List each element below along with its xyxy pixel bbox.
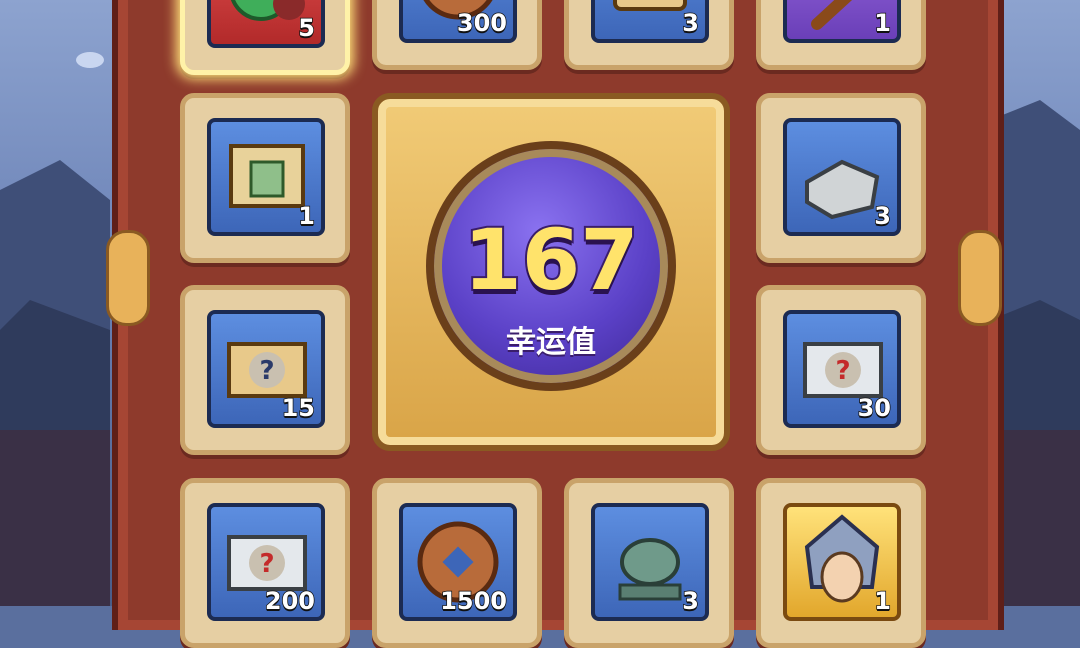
item-count: 1 <box>298 201 316 231</box>
reward-slot-bottom-2[interactable]: 1500 <box>372 478 542 648</box>
reward-slot-bottom-4[interactable]: 1 <box>756 478 926 648</box>
item-count: 200 <box>264 586 316 616</box>
reward-slot-top-4[interactable]: 1 <box>756 0 926 70</box>
reward-slot-bottom-3[interactable]: 3 <box>564 478 734 648</box>
item-count: 1500 <box>439 586 507 616</box>
reward-slot-right-2[interactable]: ? 30 <box>756 285 926 455</box>
reward-slot-left-2[interactable]: ? 15 <box>180 285 350 455</box>
item-count: 1 <box>874 8 892 38</box>
item-count: 300 <box>456 8 508 38</box>
right-ornament <box>958 230 1002 326</box>
luck-orb: 167 幸运值 <box>426 141 676 391</box>
svg-text:?: ? <box>259 549 274 579</box>
luck-meter-panel: 167 幸运值 <box>372 93 730 451</box>
reward-slot-left-1[interactable]: 1 <box>180 93 350 263</box>
item-count: 15 <box>281 393 316 423</box>
reward-slot-top-2[interactable]: 300 <box>372 0 542 70</box>
luck-value: 167 <box>461 209 640 311</box>
item-count: 3 <box>682 586 700 616</box>
reward-slot-bottom-1[interactable]: ? 200 <box>180 478 350 648</box>
item-count: 3 <box>874 201 892 231</box>
luck-label: 幸运值 <box>506 325 596 360</box>
left-ornament <box>106 230 150 326</box>
item-count: 1 <box>874 586 892 616</box>
svg-text:?: ? <box>259 356 274 386</box>
reward-slot-right-1[interactable]: 3 <box>756 93 926 263</box>
reward-slot-top-1[interactable]: 5 <box>180 0 350 75</box>
item-count: 3 <box>682 8 700 38</box>
svg-text:?: ? <box>835 356 850 386</box>
item-count: 30 <box>857 393 892 423</box>
reward-slot-top-3[interactable]: 3 <box>564 0 734 70</box>
item-count: 5 <box>298 13 316 43</box>
